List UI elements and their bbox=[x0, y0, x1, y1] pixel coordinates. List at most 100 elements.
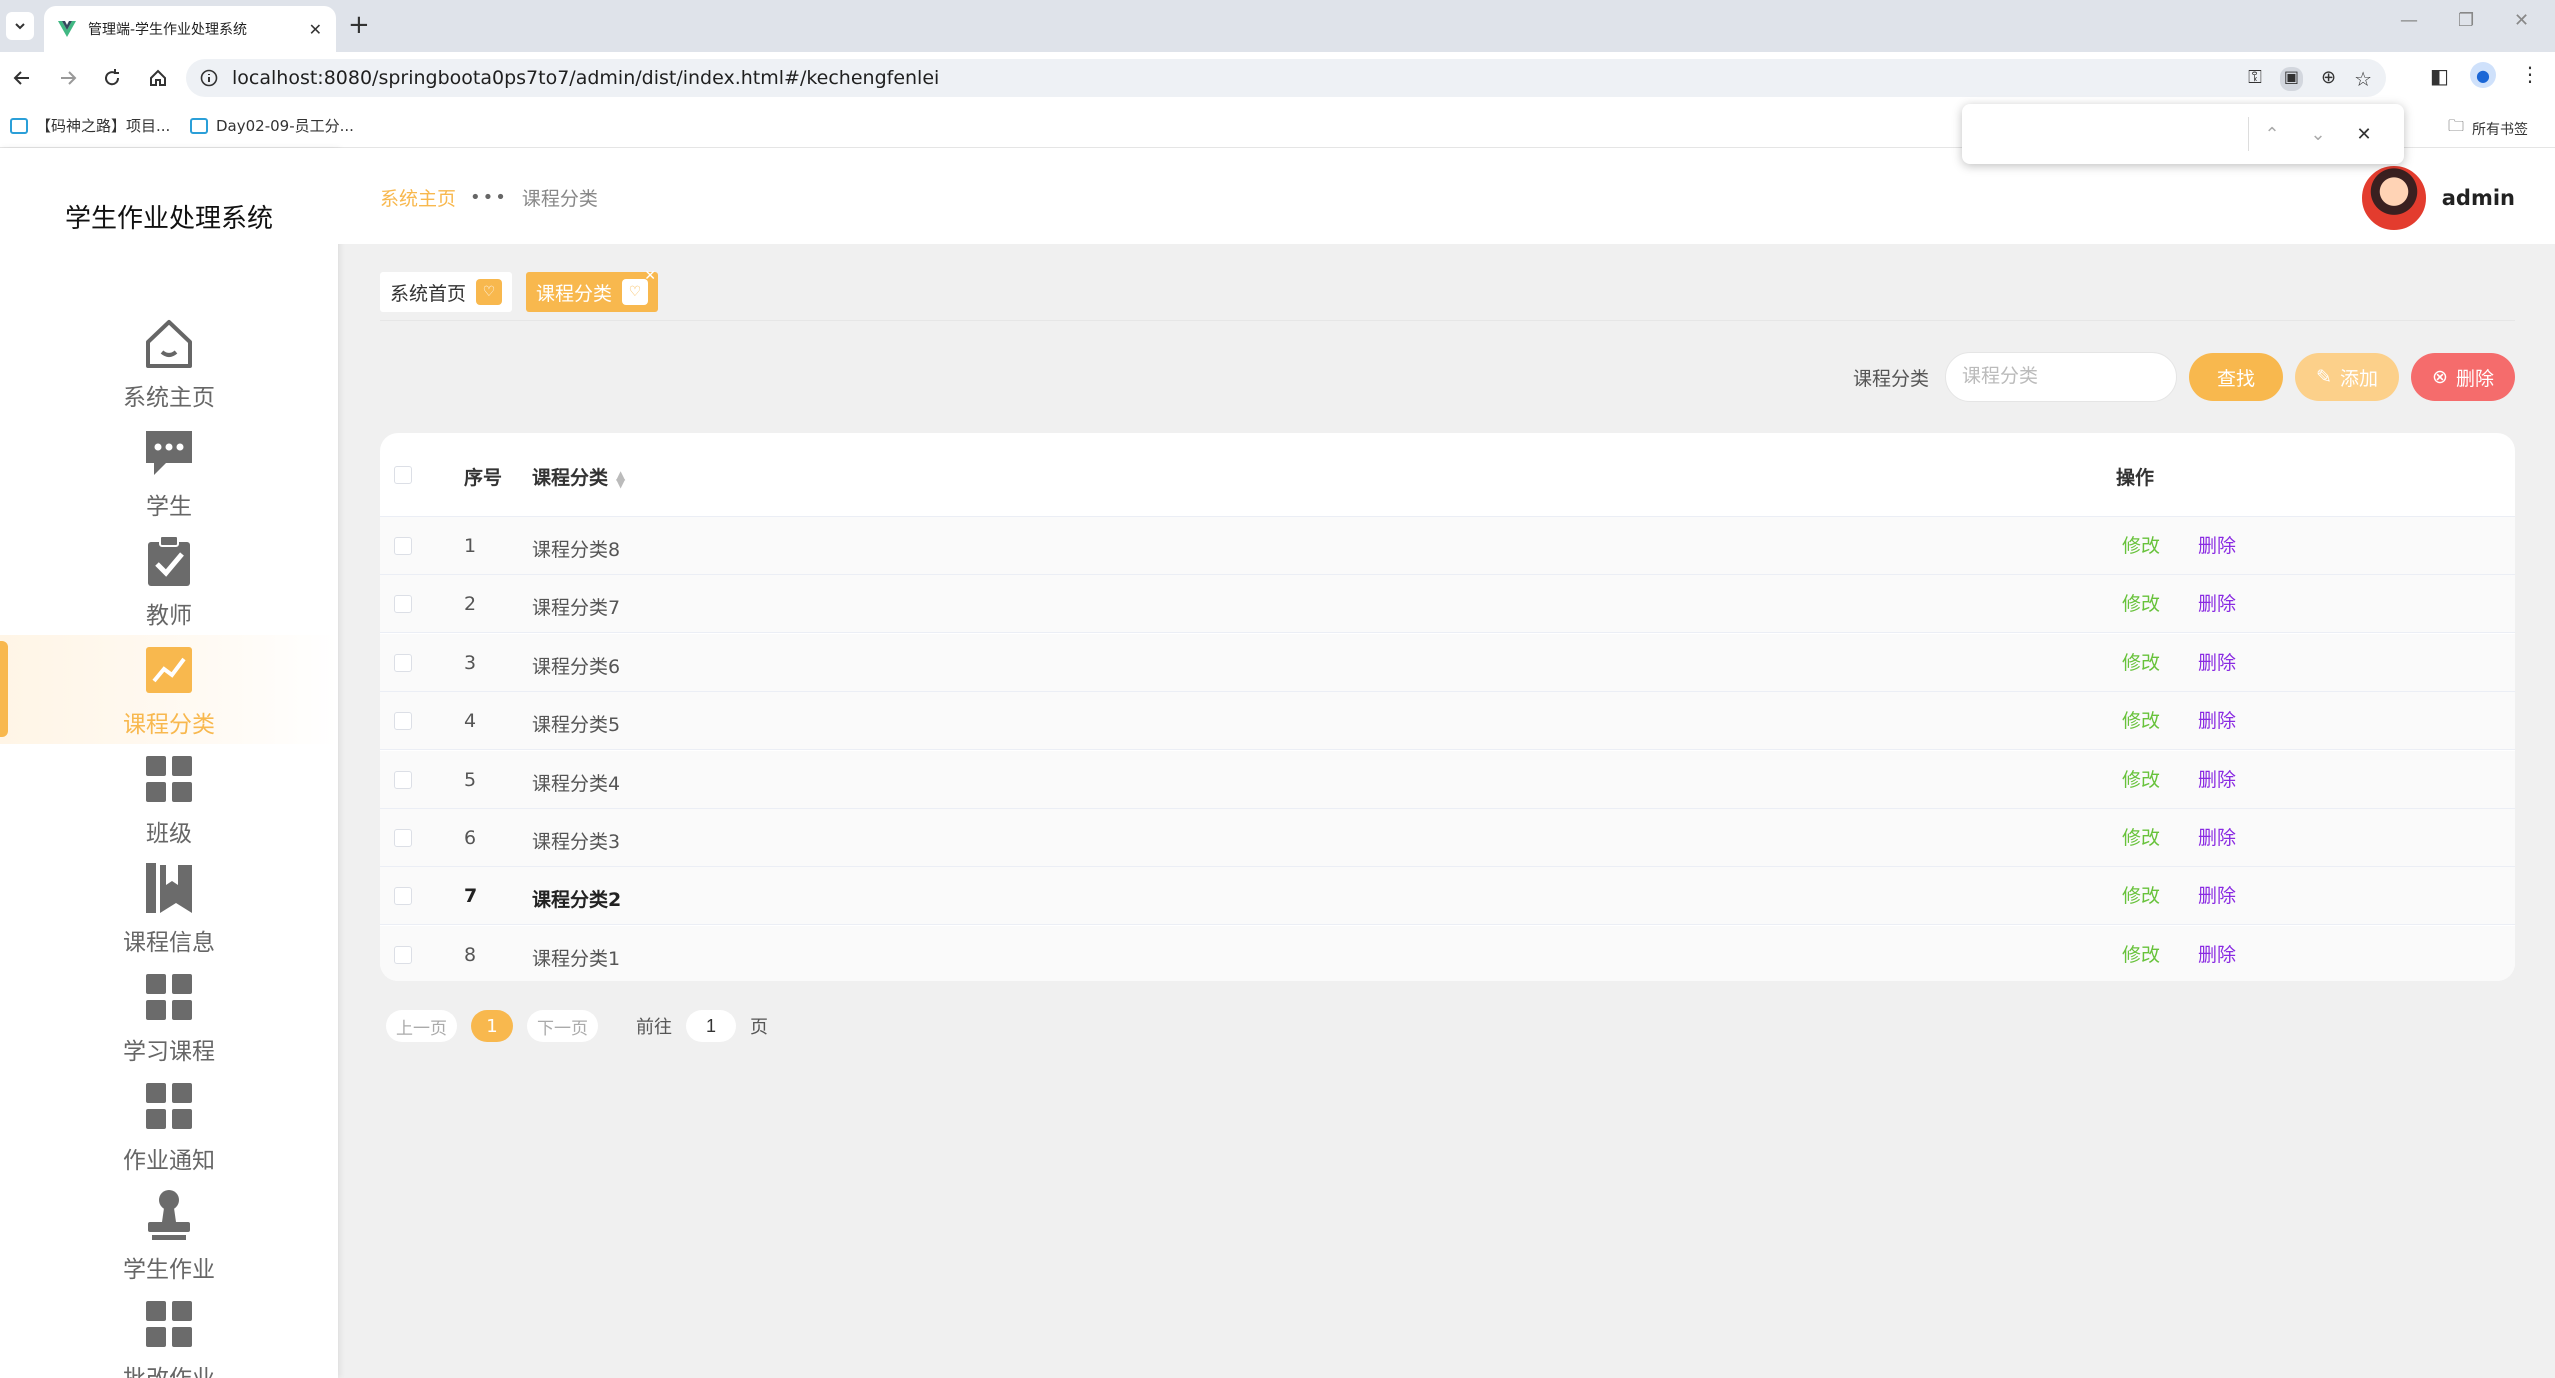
browser-tab-active[interactable]: 管理端-学生作业处理系统 ✕ bbox=[44, 6, 336, 52]
goto-page-input[interactable] bbox=[686, 1010, 736, 1042]
delete-link[interactable]: 删除 bbox=[2198, 940, 2236, 967]
edit-link[interactable]: 修改 bbox=[2122, 881, 2160, 908]
tag-course-category[interactable]: 课程分类 ♡ ✕ bbox=[526, 268, 659, 312]
delete-link[interactable]: 删除 bbox=[2198, 881, 2236, 908]
close-icon[interactable]: ✕ bbox=[309, 20, 322, 39]
delete-link[interactable]: 删除 bbox=[2198, 823, 2236, 850]
edit-link[interactable]: 修改 bbox=[2122, 940, 2160, 967]
sidebar-item-8[interactable]: 学生作业 bbox=[0, 1180, 338, 1289]
pagination: 上一页 1 下一页 前往 页 bbox=[386, 1010, 768, 1042]
edit-link[interactable]: 修改 bbox=[2122, 589, 2160, 616]
sidebar-item-1[interactable]: 学生 bbox=[0, 417, 338, 526]
delete-link[interactable]: 删除 bbox=[2198, 589, 2236, 616]
sidebar-item-5[interactable]: 课程信息 bbox=[0, 853, 338, 962]
user-menu[interactable]: admin bbox=[2359, 164, 2515, 232]
cell-category: 课程分类2 bbox=[532, 889, 622, 912]
clipboard-check-icon bbox=[140, 532, 198, 590]
home-button-icon[interactable] bbox=[146, 66, 170, 90]
minimize-icon[interactable]: — bbox=[2400, 10, 2418, 31]
select-all-checkbox[interactable] bbox=[394, 466, 412, 484]
row-checkbox[interactable] bbox=[394, 653, 412, 672]
tags-view: 系统首页 ♡ 课程分类 ♡ ✕ bbox=[380, 268, 659, 312]
row-checkbox[interactable] bbox=[394, 829, 412, 847]
batch-delete-button[interactable]: ⊗ 删除 bbox=[2411, 353, 2515, 401]
find-input[interactable] bbox=[1962, 104, 2248, 164]
sidebar-item-7[interactable]: 作业通知 bbox=[0, 1071, 338, 1180]
breadcrumb-current: 课程分类 bbox=[521, 188, 598, 210]
forward-icon[interactable] bbox=[56, 66, 80, 90]
bookmark-1[interactable]: 【码神之路】项目... bbox=[10, 115, 170, 136]
edit-link[interactable]: 修改 bbox=[2122, 823, 2160, 850]
search-input[interactable] bbox=[1945, 352, 2177, 402]
profile-icon[interactable]: ● bbox=[2470, 62, 2496, 88]
find-button[interactable]: 查找 bbox=[2189, 353, 2283, 401]
header-category-label: 课程分类 bbox=[532, 467, 609, 489]
edit-link[interactable]: 修改 bbox=[2122, 648, 2160, 675]
all-bookmarks-label: 所有书签 bbox=[2472, 121, 2529, 138]
edit-link[interactable]: 修改 bbox=[2122, 765, 2160, 792]
add-button[interactable]: ✎ 添加 bbox=[2295, 353, 2399, 401]
stamp-icon bbox=[140, 1186, 198, 1244]
new-tab-button[interactable]: + bbox=[348, 12, 370, 38]
page-action-icon[interactable]: ▣ bbox=[2279, 67, 2303, 91]
row-checkbox[interactable] bbox=[394, 595, 412, 614]
tag-home[interactable]: 系统首页 ♡ bbox=[380, 272, 513, 312]
sidebar-item-9[interactable]: 批改作业 bbox=[0, 1289, 338, 1378]
edit-link[interactable]: 修改 bbox=[2122, 706, 2160, 733]
bilibili-icon bbox=[10, 117, 28, 134]
next-page-button[interactable]: 下一页 bbox=[527, 1010, 598, 1042]
table-row: 3 课程分类6 修改 删除 bbox=[380, 633, 2515, 692]
page-number-current[interactable]: 1 bbox=[471, 1010, 513, 1042]
avatar[interactable] bbox=[2359, 164, 2428, 232]
star-icon[interactable]: ☆ bbox=[2354, 67, 2372, 91]
row-checkbox[interactable] bbox=[394, 887, 412, 906]
delete-link[interactable]: 删除 bbox=[2198, 765, 2236, 792]
sidebar-item-0[interactable]: 系统主页 bbox=[0, 308, 338, 417]
row-checkbox[interactable] bbox=[394, 770, 412, 789]
window-close-icon[interactable]: ✕ bbox=[2514, 10, 2529, 31]
delete-link[interactable]: 删除 bbox=[2198, 531, 2236, 558]
cell-category: 课程分类1 bbox=[532, 947, 621, 970]
reload-icon[interactable] bbox=[100, 66, 124, 90]
row-checkbox[interactable] bbox=[394, 537, 412, 555]
delete-link[interactable]: 删除 bbox=[2198, 648, 2236, 675]
search-bar: 课程分类 查找 ✎ 添加 ⊗ 删除 bbox=[1853, 352, 2515, 402]
edit-link[interactable]: 修改 bbox=[2122, 531, 2160, 558]
site-info-icon[interactable] bbox=[200, 69, 218, 87]
breadcrumb-home[interactable]: 系统主页 bbox=[380, 184, 456, 211]
row-checkbox[interactable] bbox=[394, 712, 412, 731]
side-panel-icon[interactable]: ◧ bbox=[2430, 64, 2449, 88]
close-icon[interactable]: ✕ bbox=[2341, 124, 2387, 145]
prev-page-button[interactable]: 上一页 bbox=[386, 1010, 457, 1042]
username: admin bbox=[2441, 186, 2515, 210]
header-category[interactable]: 课程分类 ▲ ▼ bbox=[532, 463, 625, 490]
bookmark-2[interactable]: Day02-09-员工分... bbox=[190, 115, 354, 136]
cell-index: 1 bbox=[464, 535, 477, 557]
sidebar-item-6[interactable]: 学习课程 bbox=[0, 962, 338, 1071]
back-icon[interactable] bbox=[10, 66, 34, 90]
cell-category: 课程分类8 bbox=[532, 539, 621, 561]
close-icon[interactable]: ✕ bbox=[644, 268, 656, 284]
omnibox-actions: ⚿ ▣ ⊕ ☆ bbox=[2248, 67, 2372, 91]
more-menu-icon[interactable]: ⋮ bbox=[2520, 62, 2540, 86]
restore-icon[interactable]: ❐ bbox=[2458, 10, 2474, 31]
tab-search-button[interactable] bbox=[6, 12, 34, 40]
search-label: 课程分类 bbox=[1852, 367, 1929, 390]
sidebar-item-4[interactable]: 班级 bbox=[0, 744, 338, 853]
address-bar[interactable]: localhost:8080/springboota0ps7to7/admin/… bbox=[186, 59, 2386, 97]
sidebar-item-label: 系统主页 bbox=[123, 384, 215, 411]
zoom-icon[interactable]: ⊕ bbox=[2321, 67, 2336, 91]
sidebar-item-3[interactable]: 课程分类 bbox=[0, 635, 338, 744]
sidebar-item-label: 批改作业 bbox=[123, 1359, 215, 1378]
delete-link[interactable]: 删除 bbox=[2198, 706, 2236, 733]
key-icon[interactable]: ⚿ bbox=[2248, 67, 2262, 91]
row-checkbox[interactable] bbox=[394, 945, 412, 964]
chevron-up-icon[interactable]: ⌃ bbox=[2249, 124, 2295, 145]
cell-index: 4 bbox=[464, 710, 477, 733]
chevron-down-icon[interactable]: ⌄ bbox=[2295, 124, 2341, 145]
page-suffix: 页 bbox=[750, 1017, 768, 1038]
all-bookmarks[interactable]: 🗀 所有书签 bbox=[2448, 115, 2528, 142]
sort-icon[interactable]: ▲ ▼ bbox=[616, 469, 625, 489]
sidebar-item-2[interactable]: 教师 bbox=[0, 526, 338, 635]
edit-icon: ✎ bbox=[2316, 366, 2332, 388]
